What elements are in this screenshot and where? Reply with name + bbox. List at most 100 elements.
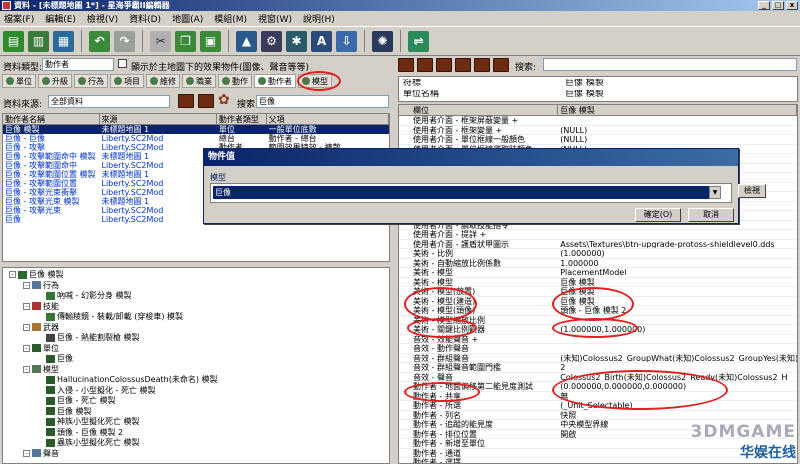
tree-node[interactable]: - 聲音 <box>9 449 389 460</box>
browse-button[interactable]: 檢視 <box>738 184 766 198</box>
paste-icon[interactable]: ▣ <box>200 30 221 52</box>
tree-node[interactable]: - 模型 <box>9 365 389 376</box>
left-search-input[interactable]: 巨像 <box>256 95 389 108</box>
menu-item[interactable]: 編輯(E) <box>45 12 76 25</box>
field-row[interactable]: 使用者介面 - 護盾狀甲圖示 Assets\Textures\btn-upgrad… <box>399 240 797 249</box>
tab-2[interactable]: 行為 <box>74 74 108 88</box>
tree-node[interactable]: 傳輸稜鏡 - 裝載/卸載 (穿梭車) 模製 <box>9 312 389 323</box>
field-row[interactable]: 美術 - 模型 巨像 模製 <box>399 278 797 287</box>
raw-view-icon[interactable] <box>474 58 490 72</box>
expand-icon[interactable]: - <box>23 302 30 310</box>
maple-leaf-icon[interactable]: ✿ <box>218 92 230 108</box>
tab-1[interactable]: 升級 <box>38 74 72 88</box>
field-row[interactable]: 使用者介面 - 單位框線一般顏色 (NULL) <box>399 135 797 145</box>
menu-item[interactable]: 模組(M) <box>214 12 247 25</box>
new-icon[interactable]: ▤ <box>3 30 24 52</box>
filter-checkbox[interactable] <box>118 59 127 68</box>
terrain-icon[interactable]: ▲ <box>236 30 257 52</box>
menu-item[interactable]: 資料(D) <box>129 12 161 25</box>
table-row[interactable]: 巨像 - 巨像 Liberty.SC2Mod 總台 動作者 - 總台 <box>3 134 389 143</box>
field-row[interactable]: 美術 - 自動縮放比例係數 1.000000 <box>399 259 797 268</box>
menu-item[interactable]: 地圖(A) <box>172 12 203 25</box>
field-row[interactable]: 音效 - 群組聲音 (未知)Colossus2_GroupWhat(未知)Colo… <box>399 354 797 363</box>
row-view-icon[interactable] <box>417 58 433 72</box>
col-value[interactable]: 巨像 模製 <box>558 105 797 115</box>
tree-node[interactable]: - 技能 <box>9 302 389 313</box>
list-column-header[interactable]: 父項 <box>267 114 389 124</box>
grid-view-icon[interactable] <box>455 58 471 72</box>
data-type-select[interactable]: 動作者 <box>42 58 114 71</box>
col-field[interactable]: 欄位 <box>399 105 559 115</box>
sort-view-icon[interactable] <box>493 58 509 72</box>
expand-icon[interactable]: - <box>23 344 30 352</box>
view-tree-icon[interactable] <box>198 94 214 108</box>
right-search-input[interactable] <box>543 58 797 71</box>
copy-icon[interactable]: ❐ <box>175 30 196 52</box>
tree-node[interactable]: 蟲族小型擬化死亡 模製 <box>9 438 389 449</box>
ok-button[interactable]: 確定(O) <box>635 208 681 222</box>
expand-icon[interactable]: - <box>23 365 30 373</box>
tab-5[interactable]: 職業 <box>182 74 216 88</box>
dialog-field-select[interactable]: 巨像 <box>213 186 709 199</box>
dropdown-arrow-icon[interactable]: ▼ <box>709 186 721 199</box>
tree-node[interactable]: 吶喊 - 幻影分身 模製 <box>9 291 389 302</box>
tree-node[interactable]: 神族小型擬化死亡 模製 <box>9 417 389 428</box>
field-row[interactable]: 音效 - 動作聲音 <box>399 344 797 354</box>
cut-icon[interactable]: ✂ <box>150 30 171 52</box>
field-row[interactable]: 使用者介面 - 框架屏蔽變量 + <box>399 116 797 126</box>
field-row[interactable]: 音效 - 群組聲音範圍門檻 2 <box>399 363 797 373</box>
cutscene-icon[interactable]: ✺ <box>372 30 393 52</box>
save-icon[interactable]: ▦ <box>53 30 74 52</box>
tree-node[interactable]: - 單位 <box>9 344 389 355</box>
maximize-button[interactable]: □ <box>772 1 784 10</box>
source-select[interactable]: 全部資料 <box>48 95 170 108</box>
expand-icon[interactable]: - <box>23 449 30 457</box>
expand-icon[interactable]: - <box>23 323 30 331</box>
field-row[interactable]: 使用者介面 - 框架變量 + (NULL) <box>399 126 797 135</box>
tree-node[interactable]: 巨像 <box>9 354 389 365</box>
tree-node[interactable]: - 武器 <box>9 323 389 334</box>
cancel-button[interactable]: 取消 <box>688 208 734 222</box>
minimize-button[interactable]: _ <box>758 1 770 10</box>
field-row[interactable]: 動作者 - 列名 快照 <box>399 411 797 420</box>
field-row[interactable]: 使用者介面 - 提詳 + <box>399 230 797 240</box>
close-button[interactable]: x <box>786 1 798 10</box>
redo-icon[interactable]: ↷ <box>114 30 135 52</box>
text-icon[interactable]: A <box>311 30 332 52</box>
tab-4[interactable]: 維修 <box>146 74 180 88</box>
list-column-header[interactable]: 動作者名稱 <box>3 114 100 124</box>
menu-item[interactable]: 檢視(V) <box>87 12 118 25</box>
list-column-header[interactable]: 動作者類型 <box>217 114 267 124</box>
undo-icon[interactable]: ↶ <box>89 30 110 52</box>
data-icon[interactable]: ✱ <box>286 30 307 52</box>
test-map-icon[interactable]: ⇌ <box>408 30 429 52</box>
tree-node[interactable]: - 巨像 模製 <box>9 270 389 281</box>
view-list-icon[interactable] <box>178 94 194 108</box>
table-view-icon[interactable] <box>398 58 414 72</box>
import-icon[interactable]: ⇩ <box>336 30 357 52</box>
tree-node[interactable]: 巨像 - 死亡 模製 <box>9 396 389 407</box>
menu-item[interactable]: 視窗(W) <box>258 12 292 25</box>
open-icon[interactable]: ▥ <box>28 30 49 52</box>
tree-node[interactable]: 巨像 - 熱能割裂槍 模製 <box>9 333 389 344</box>
tab-3[interactable]: 項目 <box>110 74 144 88</box>
col-view-icon[interactable] <box>436 58 452 72</box>
menu-item[interactable]: 檔案(F) <box>4 12 34 25</box>
tree-node[interactable]: 入侵 - 小型擬化 - 死亡 模製 <box>9 386 389 397</box>
tab-7[interactable]: 動作者 <box>254 74 296 88</box>
tree-node[interactable]: 頭像 - 巨像 模製 2 <box>9 428 389 439</box>
tree-node[interactable]: - 行為 <box>9 281 389 292</box>
field-row[interactable]: 美術 - 比例 (1.000000) <box>399 249 797 259</box>
expand-icon[interactable]: - <box>23 281 30 289</box>
list-column-header[interactable]: 來源 <box>100 114 217 124</box>
table-row[interactable]: 巨像 模製 未標題地圖 1 單位 一般單位底數 <box>3 125 389 134</box>
tree-node[interactable]: HallucinationColossusDeath(未命名) 模製 <box>9 375 389 386</box>
cell-source: Liberty.SC2Mod <box>101 206 164 215</box>
menu-item[interactable]: 說明(H) <box>303 12 335 25</box>
tab-0[interactable]: 單位 <box>2 74 36 88</box>
tab-6[interactable]: 動作 <box>218 74 252 88</box>
tree-node[interactable]: 巨像 模製 <box>9 407 389 418</box>
expand-icon[interactable]: - <box>9 271 16 278</box>
field-row[interactable]: 美術 - 模型 PlacementModel <box>399 268 797 278</box>
trigger-icon[interactable]: ⚙ <box>261 30 282 52</box>
